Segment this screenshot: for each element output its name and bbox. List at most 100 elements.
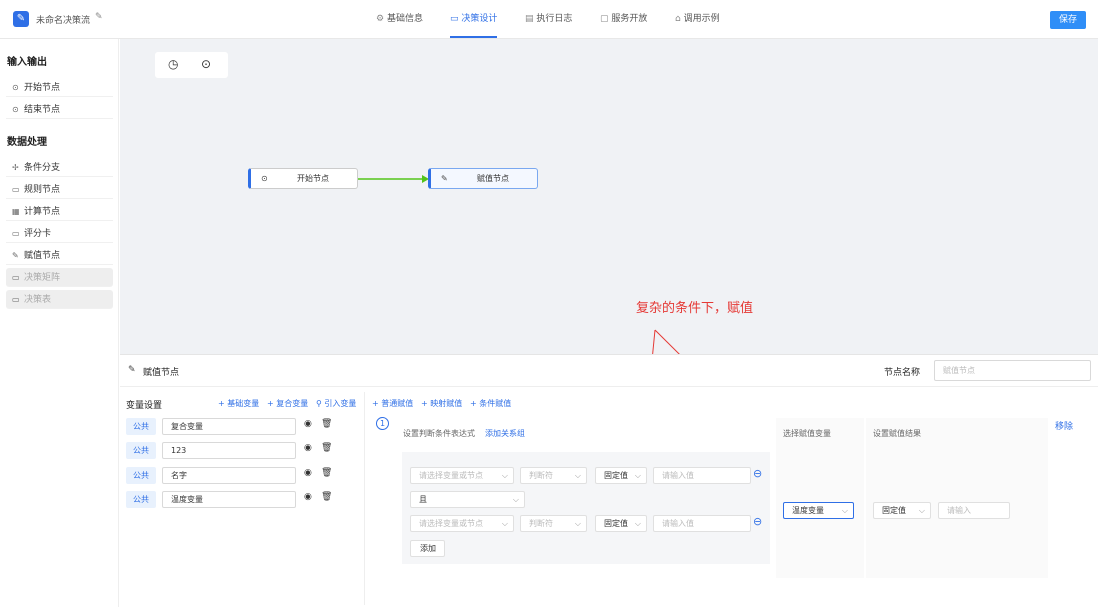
tab-decision-design[interactable]: ▭ 决策设计: [450, 0, 498, 38]
section-title-data-processing: 数据处理: [7, 137, 47, 148]
scope-badge: 公共: [126, 491, 156, 508]
app-logo-icon: ✎: [13, 11, 29, 27]
assign-result-column: [866, 418, 1048, 578]
conditional-assign-button[interactable]: + 条件赋值: [470, 398, 511, 409]
flow-canvas[interactable]: [120, 39, 1098, 354]
trash-icon[interactable]: 🗑: [321, 468, 332, 478]
value-input[interactable]: 请输入值: [653, 515, 751, 532]
import-var-button[interactable]: ⚲ 引入变量: [316, 398, 356, 409]
trash-icon[interactable]: 🗑: [321, 419, 332, 429]
scope-badge: 公共: [126, 442, 156, 459]
chevron-down-icon: ⌵: [574, 519, 581, 528]
flow-node-start[interactable]: ⊙ 开始节点: [248, 168, 358, 189]
scope-badge: 公共: [126, 418, 156, 435]
chevron-down-icon: ⌵: [918, 506, 925, 515]
chevron-down-icon: ⌵: [512, 495, 519, 504]
flow-title: 未命名决策流: [36, 16, 91, 26]
tab-execution-log[interactable]: ▤ 执行日志: [525, 0, 572, 38]
operator-select[interactable]: 判断符 ⌵: [520, 467, 587, 484]
chevron-down-icon: ⌵: [634, 471, 641, 480]
add-condition-button[interactable]: 添加: [410, 540, 445, 557]
var-settings-title: 变量设置: [126, 401, 163, 411]
tab-service-open[interactable]: ▢ 服务开放: [600, 0, 647, 38]
palette-item-end-node[interactable]: ⊙ 结束节点: [6, 100, 113, 119]
var-name-input[interactable]: 名字: [162, 467, 296, 484]
var-name-input[interactable]: 复合变量: [162, 418, 296, 435]
panel-divider: [120, 386, 1098, 387]
flow-node-start-label: 开始节点: [297, 174, 329, 183]
panel-title: 赋值节点: [143, 368, 180, 378]
condition-label: 设置判断条件表达式: [403, 429, 475, 438]
palette-item-scorecard[interactable]: ▭ 评分卡: [6, 224, 113, 243]
var-select[interactable]: 请选择变量或节点 ⌵: [410, 467, 514, 484]
var-name-input[interactable]: 温度变量: [162, 491, 296, 508]
calculator-icon: ▦: [12, 207, 20, 216]
result-value-input[interactable]: 请输入: [938, 502, 1010, 519]
trash-icon[interactable]: 🗑: [321, 443, 332, 453]
palette-item-compute-node[interactable]: ▦ 计算节点: [6, 202, 113, 221]
node-name-input[interactable]: 赋值节点: [934, 360, 1091, 381]
branch-icon: ✢: [12, 163, 19, 172]
node-name-label: 节点名称: [884, 368, 921, 378]
tab-basic-info[interactable]: ⚙ 基础信息: [376, 0, 423, 38]
annotation-text: 复杂的条件下，赋值: [636, 301, 754, 316]
flow-node-assign[interactable]: ✎ 赋值节点: [428, 168, 538, 189]
eye-icon[interactable]: ◉: [304, 492, 312, 502]
palette-item-condition-branch[interactable]: ✢ 条件分支: [6, 158, 113, 177]
eye-icon[interactable]: ◉: [304, 419, 312, 429]
card-icon: ▭: [12, 229, 20, 238]
palette-item-decision-table: ▭ 决策表: [6, 290, 113, 309]
card-icon: ▭: [12, 273, 20, 282]
edit-square-icon: ✎: [12, 251, 19, 260]
flow-edge: [358, 175, 429, 183]
var-name-input[interactable]: 123: [162, 442, 296, 459]
assign-var-column: [776, 418, 864, 578]
assign-var-select[interactable]: 温度变量 ⌵: [783, 502, 854, 519]
value-type-select[interactable]: 固定值 ⌵: [595, 467, 647, 484]
chevron-down-icon: ⌵: [501, 471, 508, 480]
add-relation-group-link[interactable]: 添加关系组: [485, 428, 525, 439]
chevron-down-icon: ⌵: [634, 519, 641, 528]
section-title-io: 输入输出: [7, 57, 47, 68]
edit-square-icon: ✎: [128, 365, 136, 375]
remove-condition-icon[interactable]: ⊖: [753, 467, 762, 480]
add-basic-var-button[interactable]: + 基础变量: [218, 398, 259, 409]
assign-result-label: 设置赋值结果: [873, 429, 921, 438]
mapping-assign-button[interactable]: + 映射赋值: [421, 398, 462, 409]
trash-icon[interactable]: 🗑: [321, 492, 332, 502]
remove-button[interactable]: 移除: [1055, 419, 1073, 432]
scope-badge: 公共: [126, 467, 156, 484]
add-composite-var-button[interactable]: + 复合变量: [267, 398, 308, 409]
value-type-select[interactable]: 固定值 ⌵: [595, 515, 647, 532]
logic-select[interactable]: 且 ⌵: [410, 491, 525, 508]
chevron-down-icon: ⌵: [574, 471, 581, 480]
var-select[interactable]: 请选择变量或节点 ⌵: [410, 515, 514, 532]
chevron-down-icon: ⌵: [841, 506, 848, 515]
chevron-down-icon: ⌵: [501, 519, 508, 528]
operator-select[interactable]: 判断符 ⌵: [520, 515, 587, 532]
edit-square-icon: ✎: [441, 174, 448, 183]
palette-item-start-node[interactable]: ⊙ 开始节点: [6, 78, 113, 97]
edit-title-icon[interactable]: ✎: [95, 12, 103, 22]
result-type-select[interactable]: 固定值 ⌵: [873, 502, 931, 519]
run-play-icon[interactable]: ⊙: [201, 57, 211, 71]
node-palette-sidebar: [0, 39, 119, 607]
value-input[interactable]: 请输入值: [653, 467, 751, 484]
plain-assign-button[interactable]: + 普通赋值: [372, 398, 413, 409]
remove-condition-icon[interactable]: ⊖: [753, 515, 762, 528]
select-assign-var-label: 选择赋值变量: [783, 429, 831, 438]
stop-circle-icon: ⊙: [12, 105, 19, 114]
history-clock-icon[interactable]: ◷: [168, 57, 178, 71]
canvas-toolbar: ◷ ⊙: [155, 52, 228, 78]
palette-item-rule-node[interactable]: ▭ 规则节点: [6, 180, 113, 199]
column-divider: [364, 392, 365, 605]
eye-icon[interactable]: ◉: [304, 468, 312, 478]
play-circle-icon: ⊙: [12, 83, 19, 92]
play-circle-icon: ⊙: [261, 174, 268, 183]
tab-call-example[interactable]: ⌂ 调用示例: [675, 0, 720, 38]
palette-item-assign-node[interactable]: ✎ 赋值节点: [6, 246, 113, 265]
save-button[interactable]: 保存: [1050, 11, 1086, 29]
eye-icon[interactable]: ◉: [304, 443, 312, 453]
palette-item-decision-matrix: ▭ 决策矩阵: [6, 268, 113, 287]
flow-node-assign-label: 赋值节点: [477, 174, 509, 183]
